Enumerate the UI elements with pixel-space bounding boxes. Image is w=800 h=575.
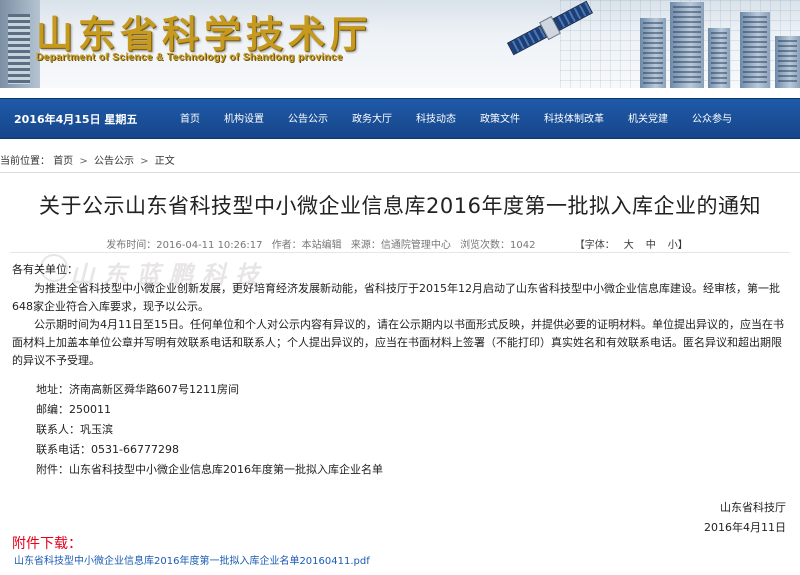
signature: 山东省科技厅 2016年4月11日: [704, 498, 786, 538]
nav-item-policy-docs[interactable]: 政策文件: [468, 99, 532, 140]
breadcrumb: 当前位置： 首页 > 公告公示 > 正文: [0, 152, 800, 168]
building-image: [0, 0, 40, 88]
attachment-download-link[interactable]: 山东省科技型中小微企业信息库2016年度第一批拟入库企业名单20160411.p…: [14, 552, 370, 567]
meta-divider: [10, 252, 790, 253]
font-large-button[interactable]: 大: [624, 240, 634, 251]
skyline-building: [740, 12, 770, 88]
breadcrumb-current: 正文: [154, 156, 175, 167]
breadcrumb-separator: >: [79, 156, 88, 167]
current-date: 2016年4月15日 星期五: [14, 113, 138, 126]
attachment-note: 附件：山东省科技型中小微企业信息库2016年度第一批拟入库企业名单: [36, 463, 383, 476]
nav-item-system-reform[interactable]: 科技体制改革: [532, 99, 616, 140]
site-subtitle: Department of Science & Technology of Sh…: [36, 52, 343, 63]
nav-item-tech-news[interactable]: 科技动态: [404, 99, 468, 140]
phone: 联系电话：0531-66777298: [36, 443, 179, 456]
nav-item-home[interactable]: 首页: [165, 99, 212, 140]
nav-item-public-participation[interactable]: 公众参与: [680, 99, 744, 140]
paragraph: 为推进全省科技型中小微企业创新发展，更好培育经济发展新动能，省科技厅于2015年…: [12, 282, 780, 313]
breadcrumb-separator: >: [140, 156, 149, 167]
font-size-selector: 【字体： 大 中 小】: [572, 240, 694, 251]
publish-time: 发布时间：2016-04-11 10:26:17: [106, 240, 263, 251]
salutation: 各有关单位：: [12, 263, 78, 276]
font-size-label: 【字体：: [574, 240, 615, 251]
site-title: 山东省科学技术厅: [36, 12, 372, 56]
site-banner: 山东省科学技术厅 Department of Science & Technol…: [0, 0, 800, 88]
skyline-building: [640, 18, 666, 88]
breadcrumb-label: 当前位置：: [0, 156, 50, 167]
article-title: 关于公示山东省科技型中小微企业信息库2016年度第一批拟入库企业的通知: [39, 194, 761, 218]
breadcrumb-announcements-link[interactable]: 公告公示: [94, 156, 134, 167]
nav-item-organization[interactable]: 机构设置: [212, 99, 276, 140]
signature-date: 2016年4月11日: [704, 521, 786, 534]
source: 来源：信通院管理中心: [350, 240, 451, 251]
contact-person: 联系人：巩玉滨: [36, 423, 113, 436]
address: 地址：济南高新区舜华路607号1211房间: [36, 383, 239, 396]
author: 作者：本站编辑: [271, 240, 342, 251]
skyline-building: [775, 36, 800, 88]
nav-menu: 首页 机构设置 公告公示 政务大厅 科技动态 政策文件 科技体制改革 机关党建 …: [165, 99, 744, 140]
article-body: 各有关单位： 为推进全省科技型中小微企业创新发展，更好培育经济发展新动能，省科技…: [12, 261, 788, 370]
signature-org: 山东省科技厅: [720, 501, 786, 514]
article-meta: 发布时间：2016-04-11 10:26:17 作者：本站编辑 来源：信通院管…: [0, 236, 800, 251]
nav-item-party-building[interactable]: 机关党建: [616, 99, 680, 140]
view-count: 浏览次数：1042: [460, 240, 536, 251]
nav-item-announcements[interactable]: 公告公示: [276, 99, 340, 140]
font-small-button[interactable]: 小】: [668, 240, 688, 251]
main-nav: 2016年4月15日 星期五 首页 机构设置 公告公示 政务大厅 科技动态 政策…: [0, 98, 800, 139]
breadcrumb-home-link[interactable]: 首页: [53, 156, 73, 167]
skyline-building: [670, 2, 704, 88]
attachment-download-label: 附件下载：: [12, 536, 82, 552]
divider: [0, 172, 800, 173]
font-medium-button[interactable]: 中: [646, 240, 656, 251]
nav-item-government-hall[interactable]: 政务大厅: [340, 99, 404, 140]
skyline-building: [708, 28, 730, 88]
contact-info: 地址：济南高新区舜华路607号1211房间 邮编：250011 联系人：巩玉滨 …: [36, 380, 383, 480]
postcode: 邮编：250011: [36, 403, 111, 416]
paragraph: 公示期时间为4月11日至15日。任何单位和个人对公示内容有异议的，请在公示期内以…: [12, 318, 784, 367]
